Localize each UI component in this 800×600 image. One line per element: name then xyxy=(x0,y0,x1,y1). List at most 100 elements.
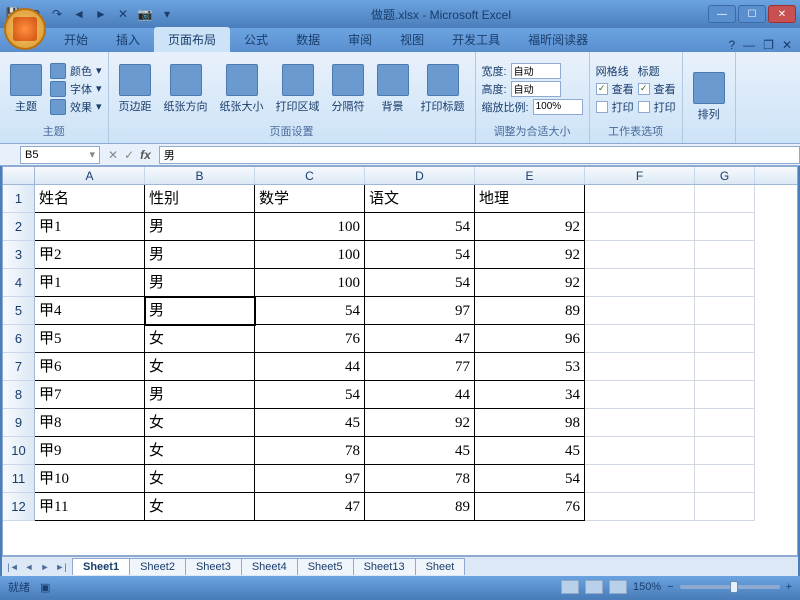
zoom-slider[interactable] xyxy=(680,585,780,589)
cell[interactable]: 44 xyxy=(365,381,475,409)
breaks-button[interactable]: 分隔符 xyxy=(328,62,369,116)
cell[interactable]: 甲7 xyxy=(35,381,145,409)
print-titles-button[interactable]: 打印标题 xyxy=(417,62,469,116)
cell[interactable]: 100 xyxy=(255,213,365,241)
last-sheet-icon[interactable]: ►| xyxy=(54,560,68,574)
cell[interactable]: 女 xyxy=(145,409,255,437)
cell[interactable] xyxy=(695,465,755,493)
ribbon-tab[interactable]: 数据 xyxy=(282,27,334,52)
cell[interactable] xyxy=(695,409,755,437)
row-header[interactable]: 12 xyxy=(3,493,35,521)
cell[interactable]: 甲1 xyxy=(35,269,145,297)
close-button[interactable]: ✕ xyxy=(768,5,796,23)
sheet-tab[interactable]: Sheet xyxy=(415,558,466,575)
cell[interactable]: 甲11 xyxy=(35,493,145,521)
cell[interactable]: 45 xyxy=(255,409,365,437)
row-header[interactable]: 11 xyxy=(3,465,35,493)
gridlines-print-check[interactable] xyxy=(596,101,608,113)
arrange-button[interactable]: 排列 xyxy=(689,70,729,124)
margins-button[interactable]: 页边距 xyxy=(115,62,156,116)
cell[interactable]: 女 xyxy=(145,493,255,521)
sheet-tab[interactable]: Sheet4 xyxy=(241,558,298,575)
cell[interactable]: 甲2 xyxy=(35,241,145,269)
cell[interactable]: 地理 xyxy=(475,185,585,213)
first-sheet-icon[interactable]: |◄ xyxy=(6,560,20,574)
row-header[interactable]: 5 xyxy=(3,297,35,325)
cell[interactable]: 男 xyxy=(145,297,255,325)
headings-view-check[interactable]: ✓ xyxy=(638,83,650,95)
maximize-button[interactable]: ☐ xyxy=(738,5,766,23)
cell[interactable] xyxy=(585,353,695,381)
minimize-button[interactable]: — xyxy=(708,5,736,23)
size-button[interactable]: 纸张大小 xyxy=(216,62,268,116)
cell[interactable]: 44 xyxy=(255,353,365,381)
cell[interactable]: 98 xyxy=(475,409,585,437)
column-header[interactable]: A xyxy=(35,167,145,184)
orientation-button[interactable]: 纸张方向 xyxy=(160,62,212,116)
gridlines-view-check[interactable]: ✓ xyxy=(596,83,608,95)
zoom-in-button[interactable]: + xyxy=(786,581,792,593)
cell[interactable] xyxy=(585,325,695,353)
column-header[interactable]: B xyxy=(145,167,255,184)
cell[interactable]: 男 xyxy=(145,381,255,409)
row-header[interactable]: 3 xyxy=(3,241,35,269)
cell[interactable]: 54 xyxy=(475,465,585,493)
row-header[interactable]: 10 xyxy=(3,437,35,465)
zoom-out-button[interactable]: − xyxy=(667,581,673,593)
cell[interactable]: 97 xyxy=(365,297,475,325)
ribbon-tab[interactable]: 视图 xyxy=(386,27,438,52)
cell[interactable]: 甲9 xyxy=(35,437,145,465)
row-header[interactable]: 2 xyxy=(3,213,35,241)
theme-effects[interactable]: 效果 ▾ xyxy=(50,99,102,115)
close-workbook-icon[interactable]: ✕ xyxy=(782,38,792,52)
width-combo[interactable] xyxy=(511,63,561,79)
cell[interactable] xyxy=(585,297,695,325)
prev-sheet-icon[interactable]: ◄ xyxy=(22,560,36,574)
column-header[interactable]: E xyxy=(475,167,585,184)
ribbon-tab[interactable]: 开始 xyxy=(50,27,102,52)
qat-dropdown-icon[interactable]: ▾ xyxy=(158,5,176,23)
cell[interactable]: 数学 xyxy=(255,185,365,213)
cell[interactable]: 53 xyxy=(475,353,585,381)
scale-spinner[interactable] xyxy=(533,99,583,115)
help-icon[interactable]: ? xyxy=(728,38,735,52)
sheet-tab[interactable]: Sheet3 xyxy=(185,558,242,575)
cell[interactable]: 92 xyxy=(475,241,585,269)
height-combo[interactable] xyxy=(511,81,561,97)
row-header[interactable]: 1 xyxy=(3,185,35,213)
cell[interactable]: 96 xyxy=(475,325,585,353)
cell[interactable]: 54 xyxy=(365,269,475,297)
theme-fonts[interactable]: 字体 ▾ xyxy=(50,81,102,97)
cell[interactable]: 77 xyxy=(365,353,475,381)
cell[interactable]: 甲10 xyxy=(35,465,145,493)
cell[interactable] xyxy=(585,213,695,241)
ribbon-tab[interactable]: 页面布局 xyxy=(154,27,230,52)
cell[interactable]: 男 xyxy=(145,241,255,269)
cell[interactable]: 92 xyxy=(365,409,475,437)
cell[interactable]: 甲6 xyxy=(35,353,145,381)
cell[interactable] xyxy=(585,241,695,269)
camera-icon[interactable]: 📷 xyxy=(136,5,154,23)
column-header[interactable]: D xyxy=(365,167,475,184)
cell[interactable]: 姓名 xyxy=(35,185,145,213)
zoom-level[interactable]: 150% xyxy=(633,581,661,593)
cancel-formula-icon[interactable]: ✕ xyxy=(108,148,118,162)
cell[interactable] xyxy=(695,241,755,269)
cell[interactable]: 92 xyxy=(475,269,585,297)
theme-colors[interactable]: 颜色 ▾ xyxy=(50,63,102,79)
cell[interactable]: 女 xyxy=(145,325,255,353)
ribbon-tab[interactable]: 审阅 xyxy=(334,27,386,52)
next-icon[interactable]: ► xyxy=(92,5,110,23)
min-ribbon-icon[interactable]: — xyxy=(743,38,755,52)
cell[interactable] xyxy=(695,213,755,241)
cell[interactable]: 89 xyxy=(365,493,475,521)
cell[interactable]: 54 xyxy=(255,297,365,325)
cell[interactable] xyxy=(695,381,755,409)
cell[interactable]: 76 xyxy=(475,493,585,521)
cell[interactable]: 34 xyxy=(475,381,585,409)
print-area-button[interactable]: 打印区域 xyxy=(272,62,324,116)
select-all-corner[interactable] xyxy=(3,167,35,184)
cell[interactable] xyxy=(695,493,755,521)
sheet-tab[interactable]: Sheet13 xyxy=(353,558,416,575)
row-header[interactable]: 8 xyxy=(3,381,35,409)
